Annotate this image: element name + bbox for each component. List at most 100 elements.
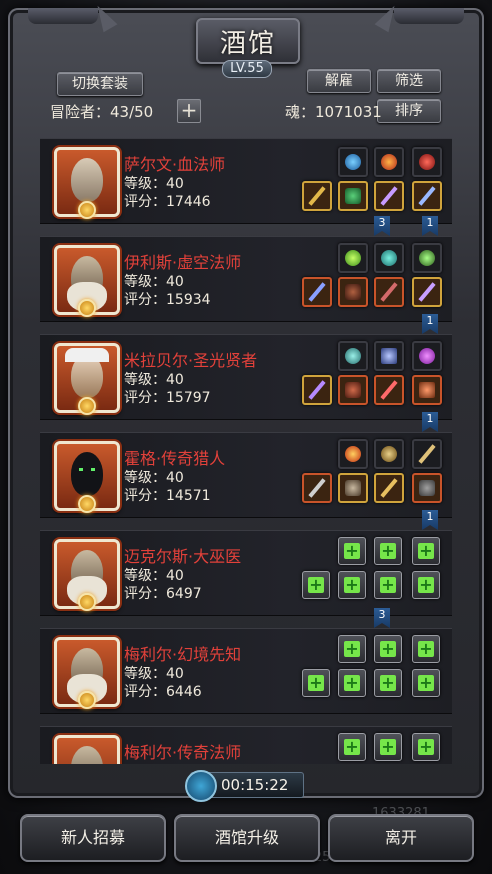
hero-list[interactable]: 萨尔文·血法师 等级：40 评分：17446 3 1 伊利斯·虚空法师 等级：4… — [40, 132, 452, 764]
add-equipment-icon: + — [418, 575, 434, 594]
tavern-upgrade-button[interactable]: 酒馆升级 — [174, 814, 320, 862]
hero-card[interactable]: 梅利尔·传奇法师 + + + — [40, 726, 452, 764]
enhance-badge: 3 — [374, 608, 390, 628]
hero-score: 评分：15797 — [124, 390, 211, 406]
dark-armor-icon[interactable] — [338, 277, 368, 307]
recruit-button[interactable]: 新人招募 — [20, 814, 166, 862]
hero-card[interactable]: 萨尔文·血法师 等级：40 评分：17446 — [40, 138, 452, 224]
spear-icon[interactable] — [302, 277, 332, 307]
empty-slot[interactable]: + — [412, 537, 440, 565]
rank-gem-icon — [78, 593, 96, 611]
filter-button[interactable]: 筛选 — [377, 69, 441, 93]
add-equipment-icon: + — [418, 673, 434, 692]
blue-orb-icon[interactable] — [338, 147, 368, 177]
wand-icon[interactable] — [374, 277, 404, 307]
rank-gem-icon — [78, 495, 96, 513]
empty-slot[interactable]: + — [338, 733, 366, 761]
empty-slot[interactable]: + — [374, 635, 402, 663]
hero-score: 评分：15934 — [124, 292, 211, 308]
hero-level: 等级：40 — [124, 372, 184, 388]
golden-staff-icon[interactable] — [302, 181, 332, 211]
switch-outfit-button[interactable]: 切换套装 — [57, 72, 143, 96]
rank-gem-icon — [78, 201, 96, 219]
empty-slot[interactable]: + — [412, 669, 440, 697]
enhance-badge: 1 — [422, 510, 438, 530]
lantern-icon[interactable] — [412, 243, 442, 273]
expand-slots-button[interactable]: + — [177, 99, 201, 123]
rune-icon[interactable] — [374, 341, 404, 371]
empty-slot[interactable]: + — [412, 733, 440, 761]
empty-slot[interactable]: + — [302, 571, 330, 599]
empty-slot[interactable]: + — [374, 537, 402, 565]
hero-name: 梅利尔·传奇法师 — [124, 743, 242, 762]
empty-slot[interactable]: + — [338, 537, 366, 565]
scepter-icon[interactable] — [374, 375, 404, 405]
violet-crystal-icon[interactable] — [412, 341, 442, 371]
hero-level: 等级：40 — [124, 274, 184, 290]
empty-slot[interactable]: + — [302, 669, 330, 697]
empty-slot[interactable]: + — [338, 669, 366, 697]
hero-name: 萨尔文·血法师 — [124, 155, 226, 174]
plus-icon: + — [180, 98, 198, 122]
empty-slot[interactable]: + — [374, 733, 402, 761]
add-equipment-icon: + — [418, 639, 434, 658]
dismiss-button[interactable]: 解雇 — [307, 69, 371, 93]
hero-card[interactable]: 霍格·传奇猎人 等级：40 评分：14571 — [40, 432, 452, 518]
hero-level: 等级：40 — [124, 568, 184, 584]
add-equipment-icon: + — [418, 541, 434, 560]
empty-slot[interactable]: + — [374, 669, 402, 697]
enhance-badge: 3 — [374, 216, 390, 236]
rank-gem-icon — [78, 299, 96, 317]
hero-card[interactable]: 梅利尔·幻境先知 等级：40 评分：6446 + + + + + + + — [40, 628, 452, 714]
add-equipment-icon: + — [308, 575, 324, 594]
soul-currency: 魂：1071031 — [285, 103, 382, 121]
empty-slot[interactable]: + — [412, 571, 440, 599]
add-equipment-icon: + — [344, 673, 360, 692]
helm-icon[interactable] — [412, 473, 442, 503]
add-equipment-icon: + — [380, 737, 396, 756]
hero-score: 评分：6497 — [124, 586, 202, 602]
add-equipment-icon: + — [344, 639, 360, 658]
staff-icon[interactable] — [302, 375, 332, 405]
hero-name: 梅利尔·幻境先知 — [124, 645, 242, 664]
ruby-amulet-icon[interactable] — [412, 147, 442, 177]
add-equipment-icon: + — [308, 673, 324, 692]
mail-armor-icon[interactable] — [338, 473, 368, 503]
bearded-elder-portrait — [54, 735, 120, 764]
empty-slot[interactable]: + — [412, 635, 440, 663]
sort-button[interactable]: 排序 — [377, 99, 441, 123]
teal-gem-icon[interactable] — [374, 243, 404, 273]
green-armor-icon[interactable] — [338, 181, 368, 211]
enhance-badge: 1 — [422, 412, 438, 432]
rifle-icon[interactable] — [302, 473, 332, 503]
ring-icon[interactable] — [374, 439, 404, 469]
refresh-timer: 00:15:22 — [185, 770, 304, 802]
empty-slot[interactable]: + — [338, 635, 366, 663]
plate-armor-icon[interactable] — [338, 375, 368, 405]
hero-card[interactable]: 伊利斯·虚空法师 等级：40 评分：15934 — [40, 236, 452, 322]
claw-icon[interactable] — [374, 473, 404, 503]
hero-level: 等级：40 — [124, 176, 184, 192]
enhance-badge: 1 — [422, 314, 438, 334]
blade-icon[interactable] — [412, 181, 442, 211]
dagger-icon[interactable] — [374, 181, 404, 211]
add-equipment-icon: + — [380, 673, 396, 692]
hero-card[interactable]: 迈克尔斯·大巫医 等级：40 评分：6497 + + + + + + + — [40, 530, 452, 616]
sword-icon[interactable] — [412, 277, 442, 307]
hero-card[interactable]: 米拉贝尔·圣光贤者 等级：40 评分：15797 — [40, 334, 452, 420]
cyan-orb-icon[interactable] — [338, 341, 368, 371]
red-crest-icon[interactable] — [374, 147, 404, 177]
rank-gem-icon — [78, 691, 96, 709]
title-plate: 酒馆 — [196, 18, 300, 64]
flame-icon[interactable] — [338, 439, 368, 469]
leave-button[interactable]: 离开 — [328, 814, 474, 862]
add-equipment-icon: + — [344, 737, 360, 756]
hero-level: 等级：40 — [124, 470, 184, 486]
hero-name: 迈克尔斯·大巫医 — [124, 547, 242, 566]
clock-icon — [185, 770, 217, 802]
empty-slot[interactable]: + — [338, 571, 366, 599]
tome-icon[interactable] — [412, 375, 442, 405]
horn-icon[interactable] — [412, 439, 442, 469]
green-torch-icon[interactable] — [338, 243, 368, 273]
empty-slot[interactable]: + — [374, 571, 402, 599]
